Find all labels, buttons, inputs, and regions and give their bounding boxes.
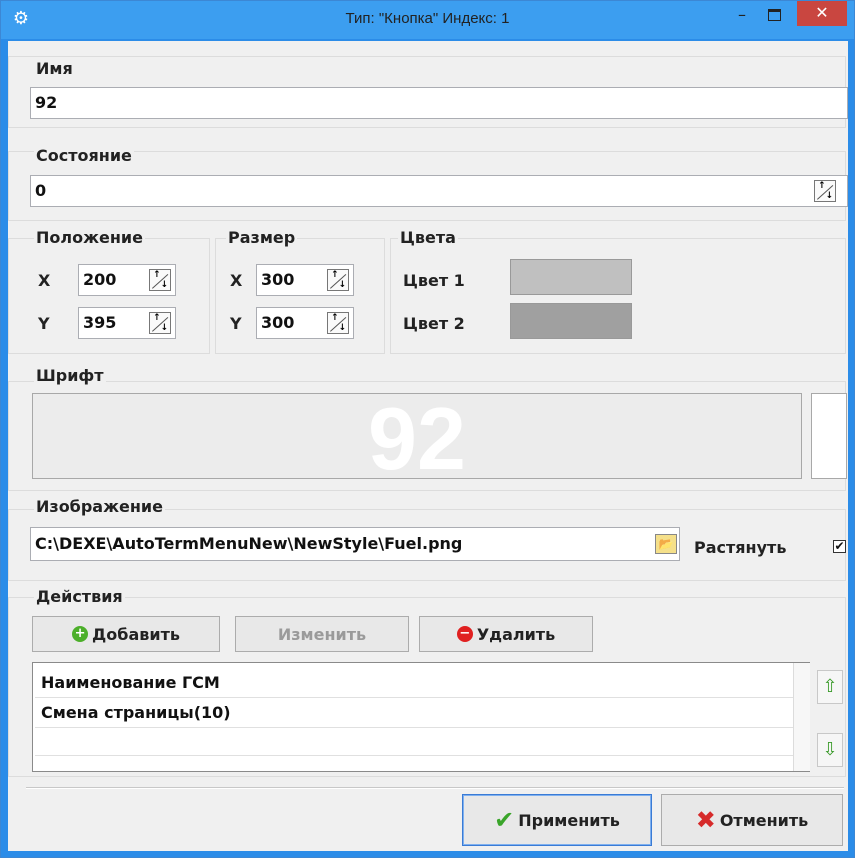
dialog-body: Имя 92 Состояние 0 ↑ ↓ Положение X 200 ↑ ↓… xyxy=(8,41,848,851)
cross-icon: ✖ xyxy=(695,806,716,834)
color1-label: Цвет 1 xyxy=(403,271,465,290)
move-up-button[interactable]: ⇧ xyxy=(817,670,843,704)
minus-icon: − xyxy=(456,626,473,642)
arrow-down-icon: ⇩ xyxy=(822,739,838,760)
close-button[interactable]: ✕ xyxy=(797,1,847,26)
add-button-label: Добавить xyxy=(92,624,180,644)
list-scrollbar[interactable] xyxy=(793,663,810,771)
actions-group-title: Действия xyxy=(34,587,125,606)
position-group-title: Положение xyxy=(34,228,145,247)
apply-button-label: Применить xyxy=(518,810,620,830)
list-divider xyxy=(35,755,807,756)
delete-button[interactable]: − Удалить xyxy=(419,616,593,652)
window-title: Тип: "Кнопка" Индекс: 1 xyxy=(345,10,510,27)
list-divider xyxy=(35,697,807,698)
size-group-title: Размер xyxy=(226,228,298,247)
name-input[interactable]: 92 xyxy=(30,87,848,119)
edit-button-label: Изменить xyxy=(277,624,367,644)
list-divider xyxy=(35,727,807,728)
color1-swatch[interactable] xyxy=(510,259,632,295)
delete-button-label: Удалить xyxy=(476,624,556,644)
state-spin-button[interactable]: ↑ ↓ xyxy=(814,180,836,202)
image-group-title: Изображение xyxy=(34,497,165,516)
cancel-button-label: Отменить xyxy=(719,810,809,830)
size-x-spin-button[interactable]: ↑ ↓ xyxy=(327,269,349,291)
font-group-title: Шрифт xyxy=(34,366,106,385)
maximize-icon xyxy=(768,9,781,21)
stretch-checkbox[interactable]: ✔ xyxy=(833,540,846,553)
checkmark-icon: ✔ xyxy=(494,806,515,834)
footer-separator xyxy=(26,787,844,789)
edit-button[interactable]: Изменить xyxy=(235,616,409,652)
color2-label: Цвет 2 xyxy=(403,314,465,333)
size-y-label: Y xyxy=(230,314,242,333)
move-down-button[interactable]: ⇩ xyxy=(817,733,843,767)
position-y-label: Y xyxy=(38,314,50,333)
name-group-title: Имя xyxy=(34,59,75,78)
stretch-label: Растянуть xyxy=(694,538,787,557)
state-input[interactable]: 0 xyxy=(30,175,848,207)
apply-button[interactable]: ✔ Применить xyxy=(462,794,652,846)
plus-icon: + xyxy=(72,626,89,642)
position-y-spin-button[interactable]: ↑ ↓ xyxy=(149,312,171,334)
font-preview-text: 92 xyxy=(368,393,466,479)
color2-swatch[interactable] xyxy=(510,303,632,339)
add-button[interactable]: + Добавить xyxy=(32,616,220,652)
cancel-button[interactable]: ✖ Отменить xyxy=(661,794,843,846)
open-folder-icon[interactable]: 📂 xyxy=(655,534,677,554)
font-color-box[interactable] xyxy=(811,393,847,479)
font-preview[interactable]: 92 xyxy=(32,393,802,479)
list-item[interactable]: Наименование ГСМ xyxy=(41,673,220,692)
title-bar[interactable]: ⚙ Тип: "Кнопка" Индекс: 1 – ✕ xyxy=(1,1,854,39)
position-x-label: X xyxy=(38,271,51,290)
colors-group-title: Цвета xyxy=(398,228,458,247)
size-x-label: X xyxy=(230,271,243,290)
image-path-input[interactable]: C:\DEXE\AutoTermMenuNew\NewStyle\Fuel.pn… xyxy=(30,527,680,561)
list-item[interactable]: Смена страницы(10) xyxy=(41,703,231,722)
maximize-button[interactable] xyxy=(761,3,787,27)
dialog-window: ⚙ Тип: "Кнопка" Индекс: 1 – ✕ Имя 92 Сос… xyxy=(0,0,855,858)
actions-list[interactable]: Наименование ГСМ Смена страницы(10) xyxy=(32,662,810,772)
state-group-title: Состояние xyxy=(34,146,134,165)
position-x-spin-button[interactable]: ↑ ↓ xyxy=(149,269,171,291)
arrow-up-icon: ⇧ xyxy=(822,676,838,697)
minimize-button[interactable]: – xyxy=(729,3,755,27)
size-y-spin-button[interactable]: ↑ ↓ xyxy=(327,312,349,334)
